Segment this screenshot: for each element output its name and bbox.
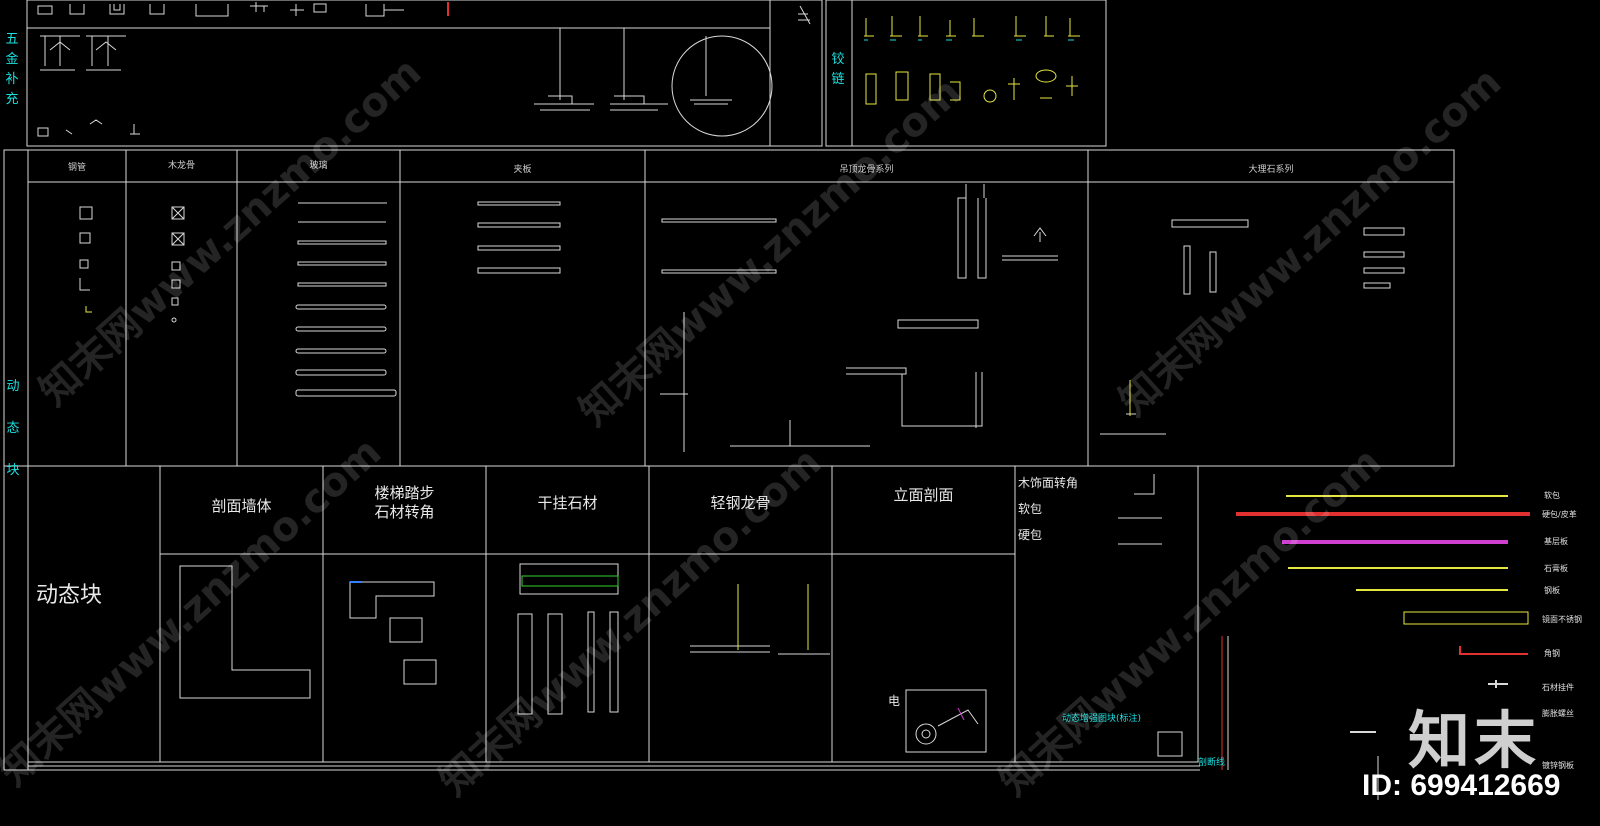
side-label-dynamic: 动态块 [6,379,20,478]
brand-logo: 知末 [1408,704,1541,777]
right-label-5: 钢板 [1544,586,1560,595]
detail-circle [671,35,773,137]
right-label-4: 石膏板 [1544,564,1568,573]
elevation-title: 立面剖面 [893,486,954,504]
header-steel-pipe: 钢管 [67,163,86,173]
side-label-hinge: 铰链 [831,52,845,87]
right-label-6: 镜面不锈钢 [1542,615,1582,624]
glass-lines [295,202,397,397]
dynamic-block-title: 动态块 [36,583,103,608]
asset-id: ID: 699412669 [1362,769,1561,802]
right-label-2: 硬包/皮革 [1542,510,1577,519]
elec-label: 电 [888,694,901,708]
header-plywood: 夹板 [513,165,532,175]
dry-stone-title: 干挂石材 [537,494,598,512]
soft-pack-title: 软包 [1018,502,1043,516]
right-label-8: 石材挂件 [1542,683,1574,692]
wood-corner-title: 木饰面转角 [1018,476,1079,490]
right-label-9: 膨胀螺丝 [1542,709,1574,718]
right-label-1: 软包 [1544,491,1560,500]
right-label-3: 基层板 [1544,537,1568,546]
right-label-7: 角钢 [1544,649,1560,658]
side-label-hardware: 五金补充 [5,32,19,107]
header-wood-keel: 木龙骨 [167,161,195,171]
hard-pack-title: 硬包 [1018,528,1043,542]
section-line-label: 剖断线 [1198,758,1226,768]
hardware-frame [26,0,823,147]
cad-canvas[interactable] [0,0,1600,826]
